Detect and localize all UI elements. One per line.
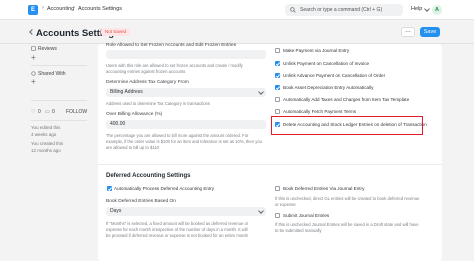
frozen-role-label: Role Allowed to Set Frozen Accounts and … — [106, 43, 237, 48]
label-make-payment-journal: Make Payment via Journal Entry — [283, 48, 350, 53]
help-line: or expense — [275, 201, 296, 207]
comment-icon[interactable]: ▭ — [45, 109, 50, 115]
section-divider — [98, 164, 442, 165]
avatar[interactable]: A — [432, 5, 442, 15]
sidebar-divider — [31, 100, 87, 101]
likes-count: 0 — [38, 109, 41, 115]
label-book-asset-depreciation: Book Asset Depreciation Entry Automatica… — [283, 85, 374, 90]
over-billing-label: Over Billing Allowance (%) — [106, 112, 163, 117]
label-unlink-advance: Unlink Advance Payment on Cancellation o… — [283, 73, 386, 78]
help-line: be prorated if deferred revenue or expen… — [106, 232, 248, 238]
activity-edited: You edited this 4 weeks ago — [31, 125, 60, 138]
activity-time: 4 weeks ago — [31, 131, 57, 137]
comments-count: 0 — [52, 109, 55, 115]
tax-category-help: Address used to determine Tax Category i… — [106, 101, 210, 106]
shared-with-label: Shared With — [38, 71, 66, 77]
sidebar-divider — [31, 120, 87, 121]
label-unlink-payment: Unlink Payment on Cancellation of Invoic… — [283, 61, 370, 66]
search-icon — [290, 7, 296, 13]
checkbox-fetch-payment-terms[interactable] — [275, 109, 280, 114]
follow-button[interactable]: FOLLOW — [66, 109, 87, 115]
checkbox-add-taxes[interactable] — [275, 97, 280, 102]
help-line: to be submitted manually — [275, 227, 322, 233]
label-submit-journal: Submit Journal Entries — [283, 213, 330, 218]
activity-text: You created this — [31, 141, 64, 146]
help-dropdown[interactable]: Help — [411, 6, 422, 12]
activity-time: 12 months ago — [31, 147, 61, 153]
help-line: expense for each month irrespective of t… — [106, 226, 248, 232]
checkbox-deferred-journal[interactable] — [275, 186, 280, 191]
reviews-label: Reviews — [38, 46, 57, 52]
help-line: example, if the order value is $100 for … — [106, 138, 262, 144]
heart-icon[interactable]: ♡ — [31, 109, 35, 115]
book-entries-select[interactable]: Days — [106, 207, 266, 216]
help-line: If this is unchecked Journal Entries wil… — [275, 222, 419, 227]
share-icon — [31, 71, 36, 76]
breadcrumb-accounts-settings[interactable]: Accounts Settings — [78, 6, 122, 12]
submit-journal-help: If this is unchecked Journal Entries wil… — [275, 222, 419, 234]
help-line: accounting entries against frozen accoun… — [106, 68, 186, 74]
chevron-down-icon — [424, 6, 430, 12]
help-line: If "Months" is selected, a fixed amount … — [106, 221, 249, 226]
search-placeholder: Search or type a command (Ctrl + G) — [300, 7, 383, 13]
sidebar-divider — [31, 65, 87, 66]
breadcrumb-accounting[interactable]: Accounting — [47, 6, 74, 12]
checkbox-book-asset-depreciation[interactable] — [275, 85, 280, 90]
help-line: are allowed to bill up to $110 — [106, 144, 159, 150]
label-fetch-payment-terms: Automatically Fetch Payment Terms — [283, 109, 357, 114]
save-button[interactable]: Save — [420, 27, 440, 37]
label-deferred-journal: Book Deferred Entries Via Journal Entry — [283, 186, 365, 191]
review-icon — [31, 46, 36, 51]
help-line: The percentage you are allowed to bill m… — [106, 133, 249, 138]
more-menu-button[interactable]: … — [401, 27, 415, 37]
label-add-taxes: Automatically Add Taxes and Charges from… — [283, 97, 410, 102]
over-billing-help: The percentage you are allowed to bill m… — [106, 133, 262, 150]
status-badge: Not Saved — [101, 28, 131, 36]
deferred-journal-help: If this is unchecked, direct GL entries … — [275, 196, 419, 208]
search-bar[interactable]: Search or type a command (Ctrl + G) — [285, 4, 403, 16]
tax-category-select[interactable]: Billing Address — [106, 88, 266, 97]
chevron-right-icon: › — [42, 5, 44, 11]
add-share-icon[interactable]: + — [31, 77, 36, 86]
checkbox-make-payment-journal[interactable] — [275, 48, 280, 53]
activity-text: You edited this — [31, 125, 61, 130]
help-line: If this is unchecked, direct GL entries … — [275, 196, 420, 201]
checkbox-auto-process-deferred[interactable] — [107, 186, 112, 191]
label-auto-process-deferred: Automatically Process Deferred Accountin… — [114, 186, 215, 191]
add-review-icon[interactable]: + — [31, 53, 36, 62]
chevron-right-icon: › — [73, 5, 75, 11]
checkbox-unlink-advance[interactable] — [275, 73, 280, 78]
frozen-role-help: Users with this role are allowed to set … — [106, 63, 243, 75]
highlight-box — [271, 116, 423, 135]
activity-created: You created this 12 months ago — [31, 141, 63, 154]
over-billing-input[interactable]: 400.00 — [106, 120, 266, 129]
deferred-section-title: Deferred Accounting Settings — [106, 173, 191, 179]
frozen-role-input[interactable] — [106, 50, 266, 59]
tax-category-label: Determine Address Tax Category From — [106, 80, 189, 85]
help-line: Users with this role are allowed to set … — [106, 63, 243, 68]
book-entries-label: Book Deferred Entries Based On — [106, 199, 176, 204]
checkbox-unlink-payment[interactable] — [275, 61, 280, 66]
checkbox-submit-journal[interactable] — [275, 213, 280, 218]
book-entries-help: If "Months" is selected, a fixed amount … — [106, 221, 248, 238]
navbar: E › Accounting › Accounts Settings Searc… — [0, 0, 474, 20]
app-logo[interactable]: E — [28, 5, 38, 15]
